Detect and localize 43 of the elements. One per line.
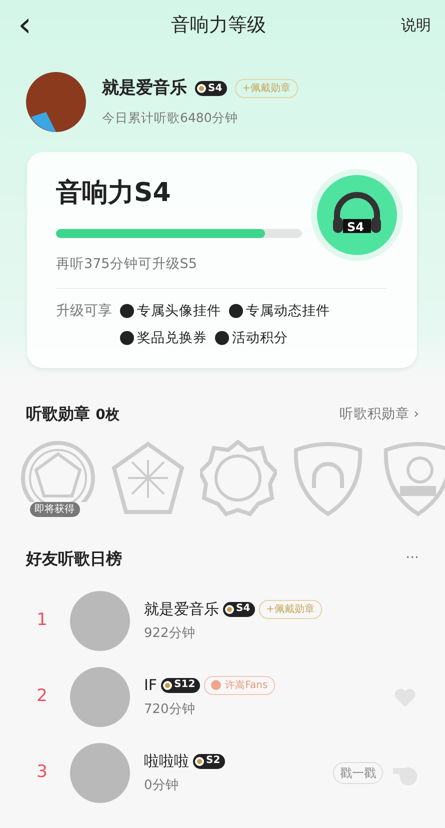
wear-medal-button[interactable]: +佩戴勋章 (259, 600, 322, 618)
perk-label: 活动积分 (232, 328, 288, 348)
perks-label: 升级可享 (56, 302, 112, 322)
friend-name: IF (144, 674, 158, 696)
avatar[interactable] (26, 72, 86, 132)
friend-name: 就是爱音乐 (144, 598, 219, 620)
help-link[interactable]: 说明 (400, 14, 431, 36)
friend-name: 啦啦啦 (144, 750, 189, 772)
perk-icon (120, 304, 134, 318)
medal-drawing[interactable] (110, 440, 187, 517)
perk-label: 专属动态挂件 (246, 302, 330, 322)
more-button[interactable]: ··· (406, 548, 419, 570)
listening-time: 0分钟 (144, 777, 180, 796)
rank-number: 1 (36, 609, 48, 632)
medal-drawing[interactable] (20, 440, 97, 502)
listening-time: 922分钟 (144, 625, 196, 644)
listening-time: 720分钟 (144, 701, 196, 720)
perk-label: 奖品兑换券 (137, 328, 207, 348)
rank-number: 3 (36, 761, 48, 784)
level-badge-drawing: S4 (317, 175, 397, 256)
listening-time: 今日累计听歌6480分钟 (102, 109, 239, 128)
user-name: 就是爱音乐 (102, 76, 187, 100)
medal-status: 即将获得 (30, 502, 80, 517)
perk-icon (229, 304, 243, 318)
section-title: 听歌勋章 0枚 (26, 402, 120, 425)
section-title: 好友听歌日榜 (26, 548, 122, 570)
medal-drawing[interactable] (200, 440, 277, 517)
page-title: 音响力等级 (170, 12, 266, 38)
fan-icon (211, 680, 222, 690)
level-badge: S12 (161, 678, 200, 692)
back-button[interactable]: ‹ (14, 8, 36, 42)
poke-button[interactable]: 戳一戳 (333, 762, 383, 784)
upgrade-hint: 再听375分钟可升级S5 (56, 255, 198, 274)
level-badge: S4 (223, 602, 256, 616)
perk-icon (215, 330, 229, 345)
level-title: 音响力S4 (56, 177, 172, 210)
rank-number: 2 (36, 685, 48, 708)
medal-link[interactable]: 听歌积勋章 › (339, 404, 419, 424)
level-badge: S2 (193, 754, 226, 768)
fan-tag: 许嵩Fans (204, 676, 275, 694)
level-badge: S4 (195, 81, 228, 96)
perk-label: 专属头像挂件 (137, 302, 221, 322)
perk-icon (120, 330, 134, 345)
